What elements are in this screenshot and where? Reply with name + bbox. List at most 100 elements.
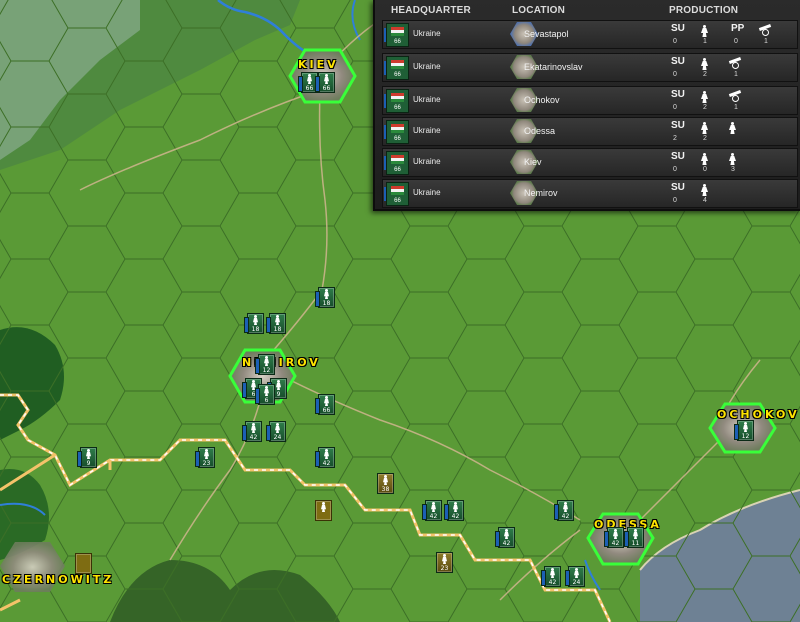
- unit-counter[interactable]: 6: [255, 384, 275, 405]
- nation-label: Ukraine: [413, 188, 441, 197]
- unit-strength: 24: [572, 579, 581, 586]
- unit-strength: 42: [502, 540, 511, 547]
- artillery-value: 1: [734, 71, 738, 78]
- location-name[interactable]: Nemirov: [524, 188, 558, 198]
- unit-strength: 66: [322, 407, 331, 414]
- location-name[interactable]: Odessa: [524, 126, 555, 136]
- unit-strength: 23: [202, 460, 211, 467]
- unit-counter[interactable]: 9: [77, 447, 97, 468]
- hq-counter[interactable]: 66: [384, 120, 409, 144]
- hq-strength: 66: [394, 105, 401, 111]
- infantry-icon: [85, 449, 92, 459]
- infantry-icon: [742, 422, 749, 432]
- unit-counter[interactable]: 42: [554, 500, 574, 521]
- unit-counter[interactable]: 18: [244, 313, 264, 334]
- nation-label: Ukraine: [413, 126, 441, 135]
- unit-counter[interactable]: 12: [734, 420, 754, 441]
- production-row[interactable]: 66 Ukraine Sevastapol SU 0 1 PP 0 1: [382, 20, 798, 49]
- unit-counter[interactable]: [315, 500, 332, 521]
- infantry-icon: [263, 386, 270, 396]
- unit-counter[interactable]: 23: [436, 552, 453, 573]
- unit-counter[interactable]: 66: [315, 72, 335, 93]
- infantry-value: 4: [703, 197, 707, 204]
- unit-strength: 42: [451, 513, 460, 520]
- unit-counter[interactable]: 42: [495, 527, 515, 548]
- hq-strength: 66: [394, 39, 401, 45]
- infantry-icon: [701, 58, 708, 70]
- unit-counter[interactable]: 38: [377, 473, 394, 494]
- unit-strength: 6: [264, 397, 269, 404]
- unit-counter[interactable]: 42: [444, 500, 464, 521]
- su-value: 0: [673, 197, 677, 204]
- location-name[interactable]: Kiev: [524, 157, 542, 167]
- infantry-icon: [701, 91, 708, 103]
- unit-counter[interactable]: 18: [266, 313, 286, 334]
- location-name[interactable]: Sevastapol: [524, 29, 569, 39]
- location-name[interactable]: Ochokov: [524, 95, 560, 105]
- infantry-icon: [503, 529, 510, 539]
- unit-counter[interactable]: 24: [565, 566, 585, 587]
- unit-strength: 42: [429, 513, 438, 520]
- city-label-ochokov[interactable]: OCHOKOV: [717, 408, 800, 421]
- unit-counter[interactable]: 11: [624, 527, 644, 548]
- production-row[interactable]: 66 Ukraine Kiev SU 0 0 3: [382, 148, 798, 177]
- su-label: SU: [671, 120, 685, 131]
- ukraine-flag-icon: [391, 155, 404, 164]
- nation-label: Ukraine: [413, 157, 441, 166]
- infantry-icon: [430, 502, 437, 512]
- infantry-icon: [729, 153, 736, 165]
- unit-strength: 42: [548, 579, 557, 586]
- unit-counter[interactable]: 66: [315, 394, 335, 415]
- production-row[interactable]: 66 Ukraine Ekatarinovslav SU 0 2 1: [382, 53, 798, 82]
- unit-counter[interactable]: 24: [266, 421, 286, 442]
- nation-label: Ukraine: [413, 62, 441, 71]
- unit-strength: 42: [561, 513, 570, 520]
- infantry-icon: [612, 529, 619, 539]
- nation-label: Ukraine: [413, 29, 441, 38]
- unit-counter[interactable]: 18: [315, 287, 335, 308]
- infantry-icon: [452, 502, 459, 512]
- infantry-icon: [274, 315, 281, 325]
- hq-counter[interactable]: 66: [384, 89, 409, 113]
- artillery-icon: [729, 58, 743, 69]
- unit-strength: 18: [322, 300, 331, 307]
- infantry-value: 1: [703, 38, 707, 45]
- city-label-nemirov[interactable]: NEMIROV: [242, 356, 321, 369]
- production-panel: HEADQUARTER LOCATION PRODUCTION 66 Ukrai…: [373, 0, 800, 211]
- nation-label: Ukraine: [413, 95, 441, 104]
- hq-counter[interactable]: 66: [384, 182, 409, 206]
- infantry-icon: [701, 153, 708, 165]
- hq-counter[interactable]: 66: [384, 23, 409, 47]
- header-location: LOCATION: [512, 5, 566, 16]
- infantry-value: 2: [703, 104, 707, 111]
- location-name[interactable]: Ekatarinovslav: [524, 62, 583, 72]
- infantry-value: 0: [703, 166, 707, 173]
- hq-counter[interactable]: 66: [384, 151, 409, 175]
- production-row[interactable]: 66 Ukraine Ochokov SU 0 2 1: [382, 86, 798, 115]
- unit-counter[interactable]: 23: [195, 447, 215, 468]
- header-production: PRODUCTION: [669, 5, 739, 16]
- unit-counter[interactable]: 42: [315, 447, 335, 468]
- artillery-value: 1: [734, 104, 738, 111]
- unit-counter[interactable]: 42: [604, 527, 624, 548]
- infantry-icon: [573, 568, 580, 578]
- hq-counter[interactable]: 66: [384, 56, 409, 80]
- su-value: 0: [673, 38, 677, 45]
- unit-counter[interactable]: 42: [541, 566, 561, 587]
- city-label-kiev[interactable]: KIEV: [298, 58, 339, 71]
- unit-strength: 42: [611, 540, 620, 547]
- hq-strength: 66: [394, 198, 401, 204]
- artillery-icon: [729, 91, 743, 102]
- infantry-value: 2: [703, 135, 707, 142]
- production-row[interactable]: 66 Ukraine Odessa SU 2 2: [382, 117, 798, 146]
- unit-counter[interactable]: 42: [422, 500, 442, 521]
- unit-counter[interactable]: 12: [255, 354, 275, 375]
- unit-counter[interactable]: [75, 553, 92, 574]
- infantry-icon: [562, 502, 569, 512]
- unit-strength: 18: [251, 326, 260, 333]
- city-label-czernowitz[interactable]: CZERNOWITZ: [2, 573, 114, 586]
- production-row[interactable]: 66 Ukraine Nemirov SU 0 4: [382, 179, 798, 208]
- infantry-icon: [250, 423, 257, 433]
- unit-counter[interactable]: 42: [242, 421, 262, 442]
- infantry-icon: [441, 554, 448, 564]
